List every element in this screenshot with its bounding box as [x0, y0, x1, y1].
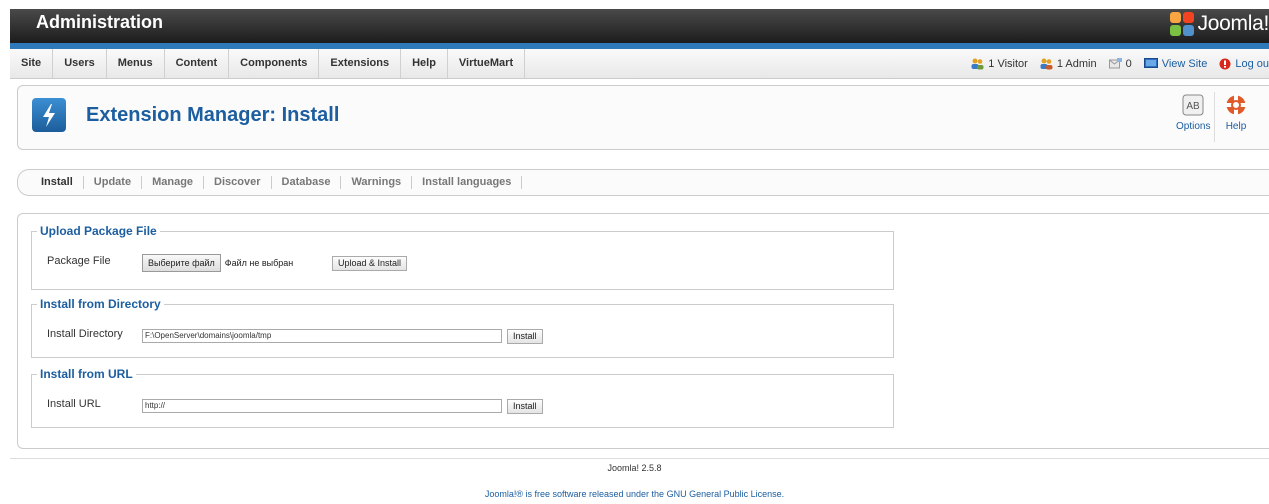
status-area: 1 Visitor 1 Admin 0 View Site Log ou	[959, 49, 1269, 78]
messages-status[interactable]: 0	[1108, 57, 1132, 70]
install-form: Upload Package File Package File Выберит…	[17, 213, 1269, 449]
install-directory-button[interactable]: Install	[507, 329, 543, 344]
users-icon	[971, 58, 984, 69]
install-url-button[interactable]: Install	[507, 399, 543, 414]
help-label: Help	[1225, 121, 1247, 132]
install-url-label: Install URL	[47, 398, 101, 410]
install-url-fieldset: Install from URL Install URL http:// Ins…	[31, 367, 894, 428]
install-url-input[interactable]: http://	[142, 399, 502, 413]
admins-status: 1 Admin	[1040, 58, 1097, 70]
joomla-logo: Joomla!	[1169, 12, 1269, 36]
visitors-status: 1 Visitor	[971, 58, 1028, 70]
gpl-link[interactable]: GNU General Public License	[667, 489, 782, 499]
admin-users-icon	[1040, 58, 1053, 69]
submenu: Install Update Manage Discover Database …	[17, 169, 1269, 196]
options-label: Options	[1176, 121, 1211, 132]
footer-divider	[10, 458, 1269, 459]
menu-content[interactable]: Content	[165, 49, 230, 78]
tab-update[interactable]: Update	[84, 176, 143, 189]
tab-install[interactable]: Install	[31, 176, 84, 189]
logout-icon	[1219, 58, 1231, 69]
logo-text: Joomla!	[1197, 12, 1269, 35]
tab-manage[interactable]: Manage	[142, 176, 205, 189]
upload-legend: Upload Package File	[40, 224, 157, 238]
file-status: Файл не выбран	[224, 258, 294, 268]
install-directory-fieldset: Install from Directory Install Directory…	[31, 297, 894, 358]
page-toolbar: Extension Manager: Install AB Options He…	[17, 85, 1269, 150]
menu-components[interactable]: Components	[229, 49, 320, 78]
package-file-input[interactable]: Выберите файл Файл не выбран	[142, 254, 293, 272]
tab-database[interactable]: Database	[272, 176, 342, 189]
monitor-icon	[1143, 58, 1158, 68]
upload-package-fieldset: Upload Package File Package File Выберит…	[31, 224, 894, 290]
install-directory-label: Install Directory	[47, 328, 123, 340]
page-title: Extension Manager: Install	[86, 104, 340, 126]
main-menubar: Site Users Menus Content Components Exte…	[10, 49, 1269, 79]
menu-extensions[interactable]: Extensions	[319, 49, 402, 78]
extension-manager-icon	[32, 98, 66, 132]
tab-install-languages[interactable]: Install languages	[412, 176, 523, 189]
options-icon: AB	[1182, 94, 1204, 116]
admin-header: Administration Joomla!	[10, 9, 1269, 43]
logout-link[interactable]: Log ou	[1219, 58, 1269, 70]
tab-discover[interactable]: Discover	[204, 176, 272, 189]
svg-text:AB: AB	[1187, 101, 1201, 112]
options-button[interactable]: AB Options	[1176, 94, 1210, 132]
upload-install-button[interactable]: Upload & Install	[332, 256, 408, 271]
footer-version: Joomla! 2.5.8	[607, 463, 662, 473]
menu-help[interactable]: Help	[401, 49, 448, 78]
menu-menus[interactable]: Menus	[107, 49, 165, 78]
install-directory-input[interactable]: F:\OpenServer\domains\joomla/tmp	[142, 329, 502, 343]
help-button[interactable]: Help	[1225, 94, 1247, 132]
toolbar-divider	[1214, 92, 1215, 142]
view-site-label: View Site	[1161, 57, 1208, 70]
visitors-count: 1 Visitor	[988, 57, 1028, 70]
logout-label: Log ou	[1235, 57, 1269, 70]
joomla-logo-icon	[1169, 12, 1194, 36]
license-text: Joomla!® is free software released under…	[484, 489, 667, 499]
messages-count: 0	[1125, 57, 1132, 70]
menu-virtuemart[interactable]: VirtueMart	[448, 49, 526, 78]
tab-warnings[interactable]: Warnings	[341, 176, 413, 189]
menu-users[interactable]: Users	[53, 49, 107, 78]
package-file-label: Package File	[47, 255, 111, 267]
admins-count: 1 Admin	[1056, 57, 1097, 70]
choose-file-button[interactable]: Выберите файл	[142, 254, 221, 272]
view-site-link[interactable]: View Site	[1143, 57, 1208, 70]
messages-icon	[1108, 58, 1122, 69]
license-suffix: .	[781, 489, 785, 499]
menu-site[interactable]: Site	[10, 49, 54, 78]
directory-legend: Install from Directory	[40, 297, 161, 311]
help-lifebuoy-icon	[1225, 94, 1247, 116]
footer-license: Joomla!® is free software released under…	[0, 489, 1269, 499]
header-title: Administration	[36, 12, 164, 32]
url-legend: Install from URL	[40, 367, 133, 381]
